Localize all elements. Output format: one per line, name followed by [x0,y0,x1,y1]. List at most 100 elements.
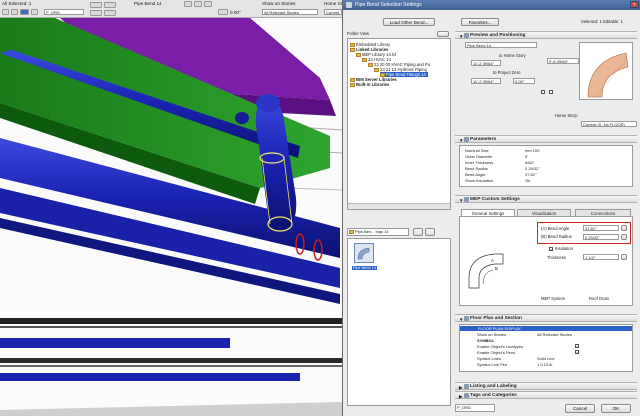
diagram-label-a: A [491,258,495,263]
object-linetypes-checkbox[interactable]: ✓ [575,344,579,349]
show-on-stories-label: Show on Stories [262,1,296,6]
expand-triangle-icon: ▶ [459,385,463,390]
param-row[interactable]: Inner Thickness 9/64" [465,160,629,165]
rotation-angle-input[interactable]: 0.00° [513,78,535,84]
next-button[interactable] [194,1,202,7]
mep-section-icon [464,197,469,202]
stretch-checkbox[interactable] [549,90,553,94]
folder-icon [362,58,367,62]
geometry-button-2[interactable] [104,10,116,16]
prev-button[interactable] [184,1,192,7]
listing-section-header[interactable]: ▶ Listing and Labeling [455,382,637,390]
listing-section-icon [464,384,469,389]
fp-row-symbol[interactable]: SYMBOL [465,338,629,343]
parameters-section-header[interactable]: ▼ Parameters [455,135,637,143]
bend-radius-link-button[interactable] [621,234,627,240]
mirror-checkbox[interactable] [541,90,545,94]
to-home-story-input[interactable]: 11'-2 39/64" [471,60,501,66]
floorplan-section-header[interactable]: ▼ Floor Plan and Section [455,314,637,322]
home-story-select[interactable]: Current [324,9,342,15]
favorites-toggle-button[interactable] [104,2,116,8]
preview-section-header[interactable]: ▼ Preview and Positioning [455,31,637,39]
dialog-titlebar[interactable]: Pipe Bend Selection Settings × [343,0,640,10]
layer-icon-button[interactable] [31,9,38,15]
folder-icon [349,230,354,234]
fp-row-object-linetypes[interactable]: Enable Object's Linetypes [465,344,629,349]
tool-name: Pipe Bend 14 [134,1,162,6]
view-mode-button[interactable] [437,31,449,37]
param-row[interactable]: Outer Diameter 0' [465,154,629,159]
library-path-dropdown[interactable]: Pipe Ben... ings 14 [347,228,409,236]
preview-section-icon [464,33,469,38]
arrow-tool-button[interactable] [2,9,9,15]
app-icon [346,2,352,8]
size-input[interactable]: 0'-6 39/64" [547,58,579,64]
tags-section-icon [464,393,469,398]
home-story-select[interactable]: Current (0. 1st FLOOR) [581,121,637,127]
library-tree[interactable]: Embedded Library Linked Libraries MEP Li… [347,38,451,210]
tags-section-header[interactable]: ▶ Tags and Categories [455,391,637,399]
bend-angle-input[interactable]: 37.61° [583,225,619,231]
settings-button[interactable] [90,2,102,8]
fp-row-object-pens[interactable]: Enable Object's Pens [465,350,629,355]
bend-radius-label: (B) Bend Radius [541,234,572,239]
ok-button[interactable]: OK [601,404,631,413]
folder-view-label: Folder View [347,31,370,36]
dialog-title: Pipe Bend Selection Settings [355,2,422,8]
pipe-bend-thumbnail[interactable] [354,243,374,263]
param-row[interactable]: Show Insulation On [465,178,629,183]
marquee-tool-button[interactable] [11,9,18,15]
mep-system-value[interactable]: Roof Drain [589,296,609,301]
parameters-section-icon [464,137,469,142]
diagram-label-b: B [495,266,499,271]
fp-row-symbol-lines[interactable]: Symbol Lines Solid Line [465,356,629,361]
pipe-model-render [0,18,342,416]
play-button[interactable] [204,1,212,7]
preview-view-button[interactable] [425,228,435,236]
geometry-button-1[interactable] [90,10,102,16]
pipe-bend-settings-dialog: Pipe Bend Selection Settings × Load Othe… [342,0,640,416]
favorites-button[interactable]: Favorites... [461,18,499,26]
folder-icon [356,53,361,57]
tree-horizontal-scrollbar[interactable] [348,203,450,209]
angle-readout: 0.00° [230,10,241,15]
thickness-input[interactable]: 1 1/2" [583,254,619,260]
param-row[interactable]: Nominal Size mm 100 [465,148,629,153]
tree-item-built-in[interactable]: Built-in Libraries [350,82,389,87]
bend-angle-label: (A) Bend Angle [541,226,570,231]
list-view-button[interactable] [413,228,423,236]
object-preview [579,42,633,100]
close-icon[interactable]: × [630,1,639,8]
param-row[interactable]: Bend Radius 0 29/32" [465,166,629,171]
cancel-button[interactable]: Cancel [565,404,595,413]
insulation-checkbox[interactable]: ✓ [549,247,553,252]
3d-viewport[interactable] [0,18,342,416]
object-pens-checkbox[interactable]: ✓ [575,350,579,355]
to-home-story-label: to Home Story [499,53,526,58]
fp-row-floor-plan-display[interactable]: FLOOR PLAN DISPLAY [460,326,632,331]
footer-layer-select[interactable]: P_ORD [455,404,495,412]
rotate-icon-button[interactable] [218,9,228,15]
fp-row-symbol-line-pen[interactable]: Symbol Line Pen 1 0.13 lb [465,362,629,367]
thickness-link-button[interactable] [621,254,627,260]
layer-field[interactable]: P_ORD [44,9,84,15]
load-other-bend-button[interactable]: Load Other Bend... [383,18,435,26]
folder-icon [374,68,379,72]
param-row[interactable]: Bend Angle 37.61° [465,172,629,177]
expand-triangle-icon: ▶ [459,394,463,399]
pipe-bend-tool-button[interactable] [20,9,29,15]
fp-row-show-on-stories[interactable]: Show on Stories All Relevant Stories [465,332,629,337]
object-name-field[interactable]: Pipe Bend 14 [465,42,537,48]
to-project-zero-input[interactable]: 11'-2 39/64" [471,78,501,84]
collapse-triangle-icon: ▼ [459,317,464,322]
mep-section-header[interactable]: ▼ MEP Custom Settings [455,195,637,203]
folder-icon [350,83,355,87]
bend-radius-input[interactable]: 0 29/32" [583,234,619,240]
bend-angle-link-button[interactable] [621,225,627,231]
thumbnail-label: Pipe Bend 14 [352,266,377,270]
collapse-triangle-icon: ▼ [459,34,464,39]
pipe-bend-preview-icon [587,52,629,98]
collapse-triangle-icon: ▼ [459,138,464,143]
show-on-stories-select[interactable]: All Relevant Stories [262,9,318,15]
object-thumbnail-area[interactable]: Pipe Bend 14 [347,238,451,406]
